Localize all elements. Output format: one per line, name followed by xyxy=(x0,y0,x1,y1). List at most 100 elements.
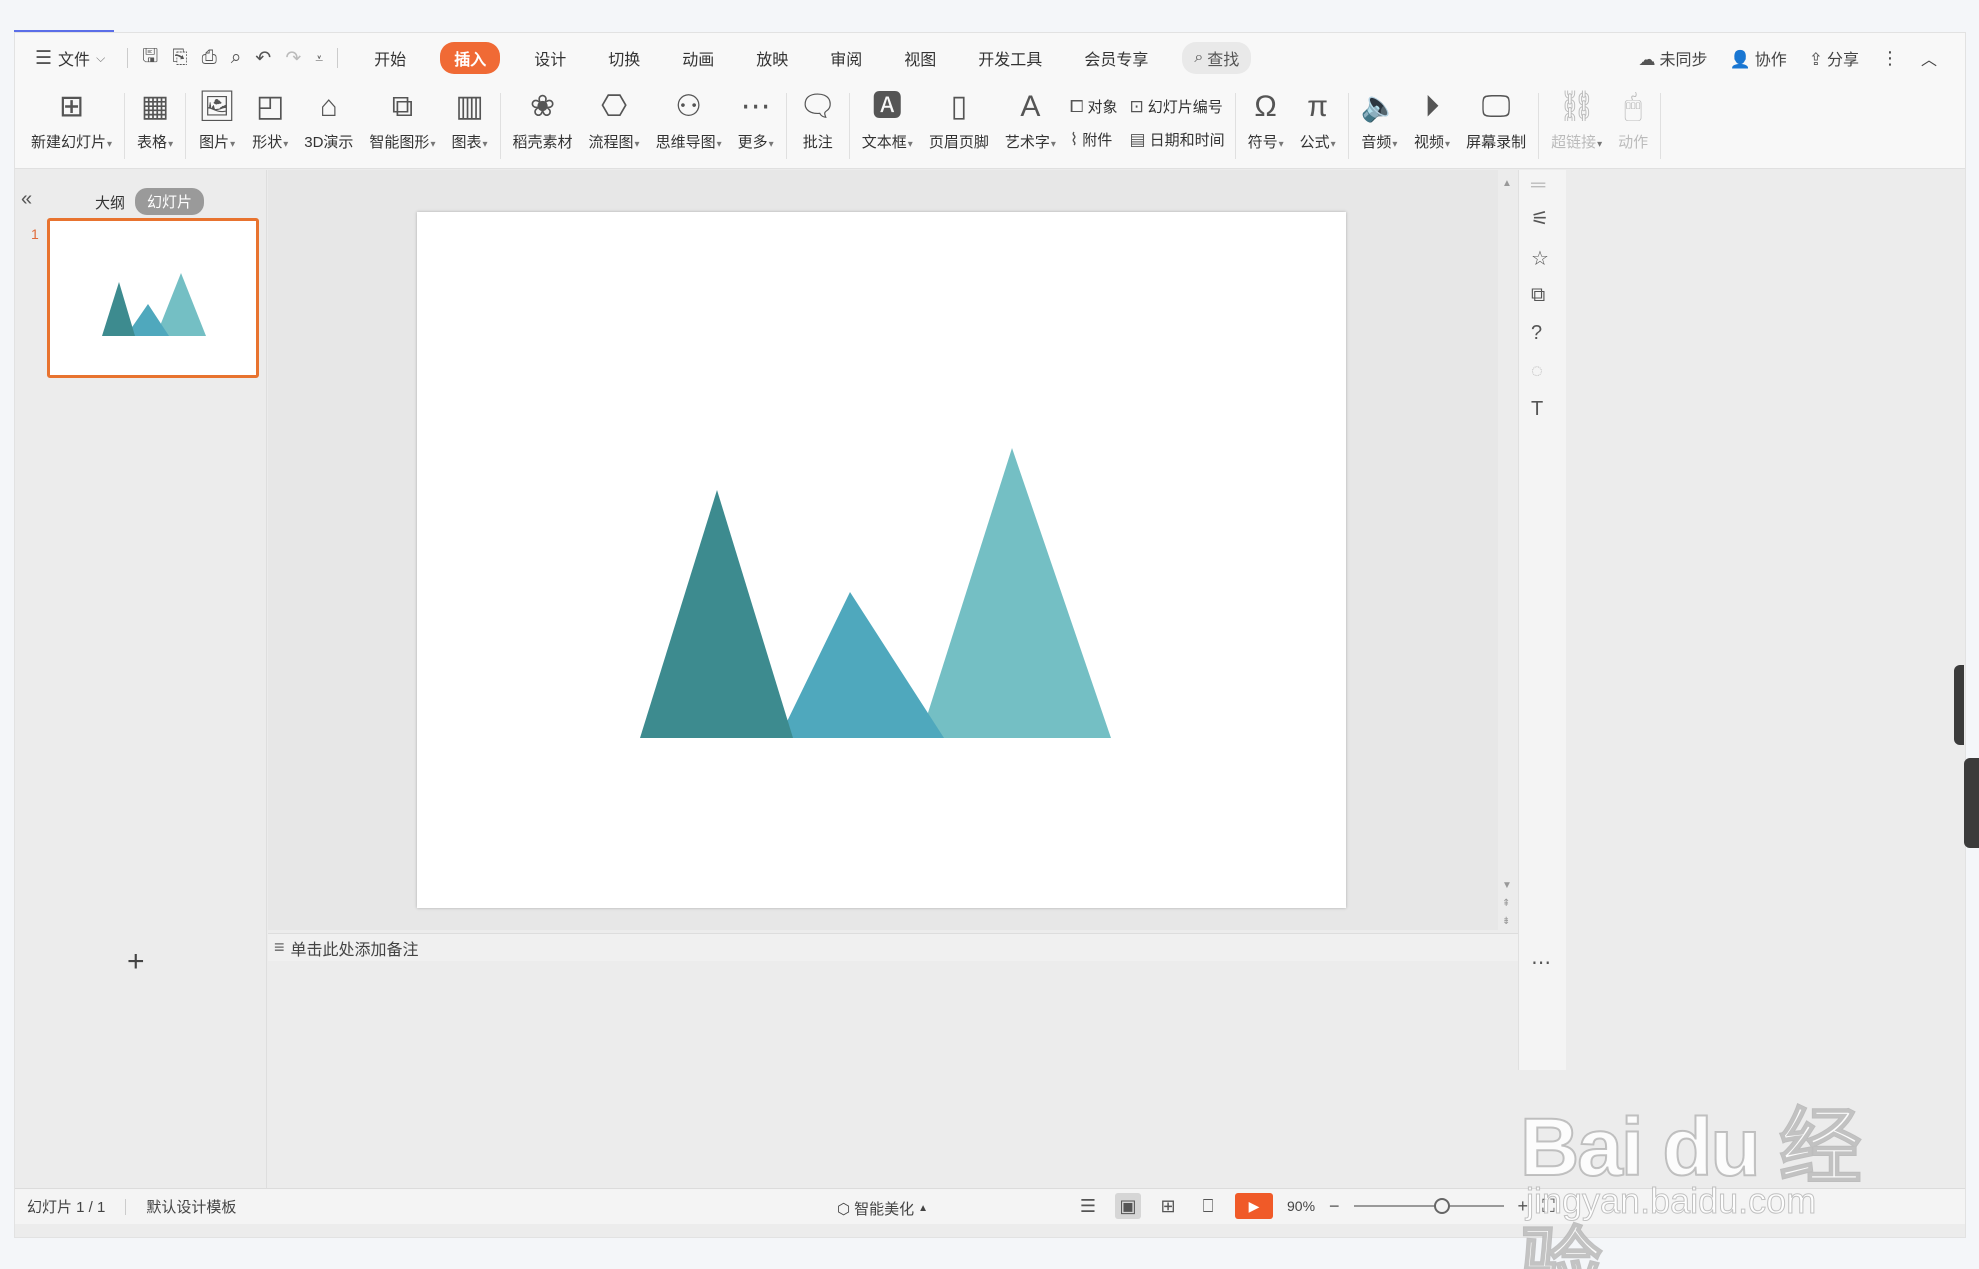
collapse-panel-icon[interactable]: « xyxy=(21,188,32,211)
text-icon[interactable]: T xyxy=(1531,398,1543,421)
zoom-slider-knob[interactable] xyxy=(1433,1198,1450,1214)
comment-button[interactable]: 🗨 批注 xyxy=(791,83,845,169)
notes-bar[interactable]: ≡ 单击此处添加备注 xyxy=(268,933,1518,961)
picture-button[interactable]: 🖼 图片▾ xyxy=(190,83,244,169)
collapse-ribbon-icon[interactable]: ︿ xyxy=(1921,46,1937,70)
attachment-button[interactable]: ⌇ 附件 xyxy=(1070,129,1118,150)
object-icon: ⧠ xyxy=(1069,96,1084,116)
tab-animations[interactable]: 动画 xyxy=(674,42,722,74)
slide-thumbnail[interactable] xyxy=(47,218,259,378)
collab-button[interactable]: 👤 协作 xyxy=(1730,46,1787,70)
customize-toolbar-icon[interactable]: ⩡ xyxy=(315,50,323,67)
object-label: 对象 xyxy=(1087,99,1118,116)
action-button[interactable]: 🖱 动作 xyxy=(1610,83,1656,169)
tab-insert[interactable]: 插入 xyxy=(440,42,501,74)
caret-icon: ▾ xyxy=(907,139,913,150)
demo3d-button[interactable]: ⌂ 3D演示 xyxy=(296,83,361,169)
drag-handle-icon[interactable]: ═ xyxy=(1531,174,1545,197)
tab-home[interactable]: 开始 xyxy=(366,42,414,74)
wordart-button[interactable]: A 艺术字▾ xyxy=(997,83,1064,169)
print-preview-icon[interactable]: ⌕ xyxy=(231,47,242,69)
tab-review[interactable]: 审阅 xyxy=(822,42,870,74)
new-slide-button[interactable]: ⊞ 新建幻灯片▾ xyxy=(23,83,120,169)
tab-transitions[interactable]: 切换 xyxy=(600,42,648,74)
collab-label: 协作 xyxy=(1754,52,1787,69)
more-horizontal-icon[interactable]: ⋯ xyxy=(1531,950,1551,975)
flowchart-button[interactable]: ⎔ 流程图▾ xyxy=(581,83,648,169)
formula-button[interactable]: π 公式▾ xyxy=(1292,83,1344,169)
zoom-slider[interactable] xyxy=(1353,1198,1504,1214)
settings-sliders-icon[interactable]: ⚟ xyxy=(1531,206,1549,231)
smart-beautify-button[interactable]: ⬡ 智能美化 ▲ xyxy=(837,1198,928,1219)
video-button[interactable]: ⏵ 视频▾ xyxy=(1406,83,1458,169)
mindmap-button[interactable]: ⚇ 思维导图▾ xyxy=(648,83,730,169)
tab-member[interactable]: 会员专享 xyxy=(1076,42,1156,74)
tab-slides[interactable]: 幻灯片 xyxy=(135,188,205,215)
print-icon[interactable]: ⎙ xyxy=(202,47,217,69)
prev-slide-icon[interactable]: ⇞ xyxy=(1502,898,1510,909)
file-menu[interactable]: ☰ 文件 ⌵ xyxy=(35,46,105,70)
zoom-level[interactable]: 90% xyxy=(1287,1198,1315,1214)
layers-icon[interactable]: ⧉ xyxy=(1531,284,1545,307)
next-slide-icon[interactable]: ⇟ xyxy=(1502,916,1510,927)
vertical-scrollbar[interactable]: ▲ ▼ ⇞ ⇟ xyxy=(1498,170,1518,950)
datetime-button[interactable]: ▤ 日期和时间 xyxy=(1130,129,1225,150)
redo-icon[interactable]: ↷ xyxy=(285,47,301,70)
header-footer-button[interactable]: ▯ 页眉页脚 xyxy=(921,83,997,169)
slide-number-button[interactable]: ⊡ 幻灯片编号 xyxy=(1130,96,1225,117)
more-dots-icon: ⋯ xyxy=(740,90,771,123)
divider xyxy=(124,93,126,159)
help-icon[interactable]: ? xyxy=(1531,322,1542,345)
smart-graphic-label: 智能图形 xyxy=(369,134,430,151)
undo-icon[interactable]: ↶ xyxy=(255,47,271,70)
tab-developer[interactable]: 开发工具 xyxy=(970,42,1050,74)
textbox-icon: 🅰 xyxy=(872,90,903,123)
add-slide-button[interactable]: + xyxy=(127,945,145,979)
more-vertical-icon[interactable]: ⋮ xyxy=(1881,48,1899,69)
hyperlink-button[interactable]: ⛓ 超链接▾ xyxy=(1543,83,1610,169)
play-slideshow-button[interactable]: ▶ xyxy=(1235,1193,1273,1219)
save-icon[interactable]: 🖫 xyxy=(142,42,158,74)
docer-material-button[interactable]: ❀ 稻壳素材 xyxy=(505,83,581,169)
audio-button[interactable]: 🔈 音频▾ xyxy=(1353,83,1406,169)
more-button[interactable]: ⋯ 更多▾ xyxy=(730,83,782,169)
fit-window-icon[interactable]: ⛶ xyxy=(1542,1196,1555,1217)
shape-button[interactable]: ◰ 形状▾ xyxy=(244,83,296,169)
chart-button[interactable]: ▥ 图表▾ xyxy=(443,83,495,169)
zoom-out-icon[interactable]: − xyxy=(1329,1196,1340,1217)
table-button[interactable]: ▦ 表格▾ xyxy=(129,83,181,169)
slide-editor[interactable] xyxy=(417,212,1346,908)
search-button[interactable]: ⌕ 查找 xyxy=(1182,42,1252,74)
screen-record-button[interactable]: 🖵 屏幕录制 xyxy=(1458,83,1534,169)
material-icon: ❀ xyxy=(529,90,556,123)
tab-slideshow[interactable]: 放映 xyxy=(748,42,796,74)
triangle-left-shape[interactable] xyxy=(640,490,793,738)
sync-button[interactable]: ☁ 未同步 xyxy=(1639,46,1708,70)
edge-handle-top[interactable] xyxy=(1954,665,1964,745)
smart-graphic-button[interactable]: ⧉ 智能图形▾ xyxy=(361,83,443,169)
template-name[interactable]: 默认设计模板 xyxy=(146,1196,236,1217)
object-button[interactable]: ⧠ 对象 xyxy=(1070,96,1118,117)
symbol-button[interactable]: Ω 符号▾ xyxy=(1240,83,1292,169)
triangle-middle-shape[interactable] xyxy=(779,592,944,738)
sorter-view-icon[interactable]: ⊞ xyxy=(1155,1193,1181,1219)
triangle-right-shape[interactable] xyxy=(920,448,1111,738)
quick-access-toolbar: 🖫 ⎘ ⎙ ⌕ ↶ ↷ ⩡ xyxy=(127,42,339,74)
tab-view[interactable]: 视图 xyxy=(896,42,944,74)
thumbnail-mountains-graphic xyxy=(102,273,206,336)
edge-handle-bottom[interactable] xyxy=(1964,758,1979,848)
format-painter-icon[interactable]: ⎘ xyxy=(172,47,187,69)
lightbulb-icon[interactable]: ◌ xyxy=(1531,360,1543,383)
scroll-up-icon[interactable]: ▲ xyxy=(1502,178,1512,189)
tab-outline[interactable]: 大纲 xyxy=(95,192,125,213)
share-button[interactable]: ⇪ 分享 xyxy=(1809,46,1859,70)
star-icon[interactable]: ☆ xyxy=(1531,246,1549,271)
scroll-down-icon[interactable]: ▼ xyxy=(1502,880,1512,891)
datetime-label: 日期和时间 xyxy=(1149,132,1225,149)
notes-toggle-icon[interactable]: ☰ xyxy=(1075,1193,1101,1219)
normal-view-icon[interactable]: ▣ xyxy=(1115,1193,1141,1219)
reading-view-icon[interactable]: ⎕ xyxy=(1195,1193,1221,1219)
zoom-in-icon[interactable]: + xyxy=(1518,1196,1529,1217)
tab-design[interactable]: 设计 xyxy=(526,42,574,74)
textbox-button[interactable]: 🅰 文本框▾ xyxy=(854,83,921,169)
